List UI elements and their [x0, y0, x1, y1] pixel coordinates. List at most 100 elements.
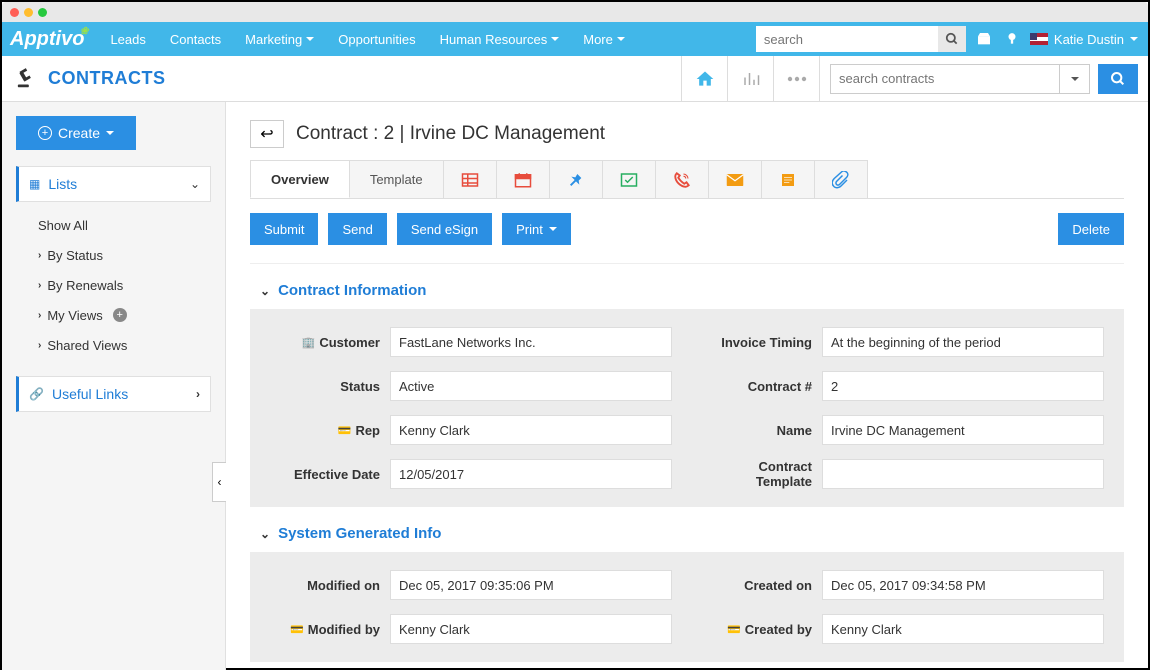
- window-titlebar: [2, 2, 1148, 22]
- user-name: Katie Dustin: [1054, 32, 1124, 47]
- window-min-icon[interactable]: [24, 8, 33, 17]
- created-by-field: Kenny Clark: [822, 614, 1104, 644]
- tab-strip: Overview Template: [250, 160, 1124, 199]
- field-label: Status: [340, 379, 380, 394]
- sidebar-item-label: Lists: [48, 176, 77, 192]
- module-title: CONTRACTS: [48, 68, 166, 89]
- chevron-right-icon: ›: [38, 250, 41, 261]
- tab-call-icon[interactable]: [655, 160, 709, 198]
- module-search-button[interactable]: [1098, 64, 1138, 94]
- field-label: Contract Template: [702, 459, 812, 489]
- rep-field[interactable]: Kenny Clark: [390, 415, 672, 445]
- sidebar: + Create ▦ Lists ⌄ Show All ›By Status ›…: [2, 102, 226, 670]
- contract-template-field[interactable]: [822, 459, 1104, 489]
- modified-by-field: Kenny Clark: [390, 614, 672, 644]
- status-field[interactable]: Active: [390, 371, 672, 401]
- name-field[interactable]: Irvine DC Management: [822, 415, 1104, 445]
- send-button[interactable]: Send: [328, 213, 386, 245]
- sidebar-item-label: Useful Links: [52, 386, 128, 402]
- chevron-right-icon: ›: [38, 340, 41, 351]
- field-label: Modified on: [307, 578, 380, 593]
- list-icon: ▦: [29, 177, 40, 191]
- module-search-input[interactable]: [830, 64, 1060, 94]
- customer-field[interactable]: FastLane Networks Inc.: [390, 327, 672, 357]
- tab-table-icon[interactable]: [443, 160, 497, 198]
- section-toggle[interactable]: ⌄Contract Information: [250, 282, 1124, 299]
- page-title: Contract : 2 | Irvine DC Management: [296, 123, 605, 145]
- nav-hr[interactable]: Human Resources: [428, 22, 572, 56]
- window-max-icon[interactable]: [38, 8, 47, 17]
- print-button[interactable]: Print: [502, 213, 571, 245]
- field-label: Name: [777, 423, 812, 438]
- brand-logo[interactable]: Apptivo❀: [2, 28, 98, 51]
- chevron-down-icon: ⌄: [190, 177, 200, 191]
- tab-task-icon[interactable]: [602, 160, 656, 198]
- created-on-field: Dec 05, 2017 09:34:58 PM: [822, 570, 1104, 600]
- tab-note-icon[interactable]: [761, 160, 815, 198]
- section-toggle[interactable]: ⌄ System Generated Info: [250, 525, 1124, 542]
- notification-icon[interactable]: [1002, 29, 1022, 49]
- contract-num-field[interactable]: 2: [822, 371, 1104, 401]
- chevron-right-icon: ›: [38, 310, 41, 321]
- effective-date-field[interactable]: 12/05/2017: [390, 459, 672, 489]
- back-button[interactable]: ↩: [250, 120, 284, 148]
- add-icon[interactable]: +: [113, 308, 127, 322]
- caret-down-icon: [1071, 77, 1079, 81]
- sidebar-item-by-status[interactable]: ›By Status: [38, 240, 211, 270]
- building-icon: 🏢: [302, 336, 316, 349]
- sidebar-collapse[interactable]: ‹: [212, 462, 226, 502]
- send-esign-button[interactable]: Send eSign: [397, 213, 492, 245]
- section-contract-info: ⌄Contract Information 🏢CustomerFastLane …: [250, 282, 1124, 507]
- delete-button[interactable]: Delete: [1058, 213, 1124, 245]
- tab-email-icon[interactable]: [708, 160, 762, 198]
- nav-opportunities[interactable]: Opportunities: [326, 22, 427, 56]
- top-navbar: Apptivo❀ Leads Contacts Marketing Opport…: [2, 22, 1148, 56]
- module-search-dropdown[interactable]: [1060, 64, 1090, 94]
- sidebar-item-lists[interactable]: ▦ Lists ⌄: [16, 166, 211, 202]
- tab-template[interactable]: Template: [349, 160, 444, 198]
- tab-pin-icon[interactable]: [549, 160, 603, 198]
- global-search-button[interactable]: [938, 26, 966, 52]
- leaf-icon: ❀: [80, 26, 88, 37]
- field-label: Contract #: [748, 379, 812, 394]
- tab-calendar-icon[interactable]: [496, 160, 550, 198]
- plus-icon: +: [38, 126, 52, 140]
- search-icon: [1110, 71, 1126, 87]
- card-icon: 💳: [727, 623, 741, 636]
- chevron-down-icon: ⌄: [260, 527, 270, 541]
- field-label: Modified by: [308, 622, 380, 637]
- tab-attachment-icon[interactable]: [814, 160, 868, 198]
- submit-button[interactable]: Submit: [250, 213, 318, 245]
- sidebar-item-shared-views[interactable]: ›Shared Views: [38, 330, 211, 360]
- field-label: Created by: [745, 622, 812, 637]
- nav-leads[interactable]: Leads: [98, 22, 157, 56]
- caret-down-icon: [551, 37, 559, 41]
- invoice-timing-field[interactable]: At the beginning of the period: [822, 327, 1104, 357]
- tab-overview[interactable]: Overview: [250, 160, 350, 198]
- sidebar-item-my-views[interactable]: ›My Views+: [38, 300, 211, 330]
- more-icon[interactable]: [773, 56, 819, 102]
- section-title: System Generated Info: [278, 525, 441, 542]
- link-icon: 🔗: [29, 387, 44, 401]
- sidebar-item-by-renewals[interactable]: ›By Renewals: [38, 270, 211, 300]
- create-button[interactable]: + Create: [16, 116, 136, 150]
- nav-contacts[interactable]: Contacts: [158, 22, 233, 56]
- nav-marketing[interactable]: Marketing: [233, 22, 326, 56]
- nav-more[interactable]: More: [571, 22, 637, 56]
- sidebar-item-useful-links[interactable]: 🔗 Useful Links ›: [16, 376, 211, 412]
- caret-down-icon: [549, 227, 557, 231]
- sidebar-item-show-all[interactable]: Show All: [38, 210, 211, 240]
- modified-on-field: Dec 05, 2017 09:35:06 PM: [390, 570, 672, 600]
- store-icon[interactable]: [974, 29, 994, 49]
- chevron-right-icon: ›: [38, 280, 41, 291]
- caret-down-icon: [617, 37, 625, 41]
- home-icon[interactable]: [681, 56, 727, 102]
- window-close-icon[interactable]: [10, 8, 19, 17]
- flag-icon: [1030, 33, 1048, 45]
- global-search-input[interactable]: [756, 26, 938, 52]
- user-menu[interactable]: Katie Dustin: [1030, 32, 1138, 47]
- action-bar: Submit Send Send eSign Print Delete: [250, 199, 1124, 264]
- dashboard-icon[interactable]: [727, 56, 773, 102]
- chevron-right-icon: ›: [196, 387, 200, 401]
- gavel-icon: [16, 68, 38, 90]
